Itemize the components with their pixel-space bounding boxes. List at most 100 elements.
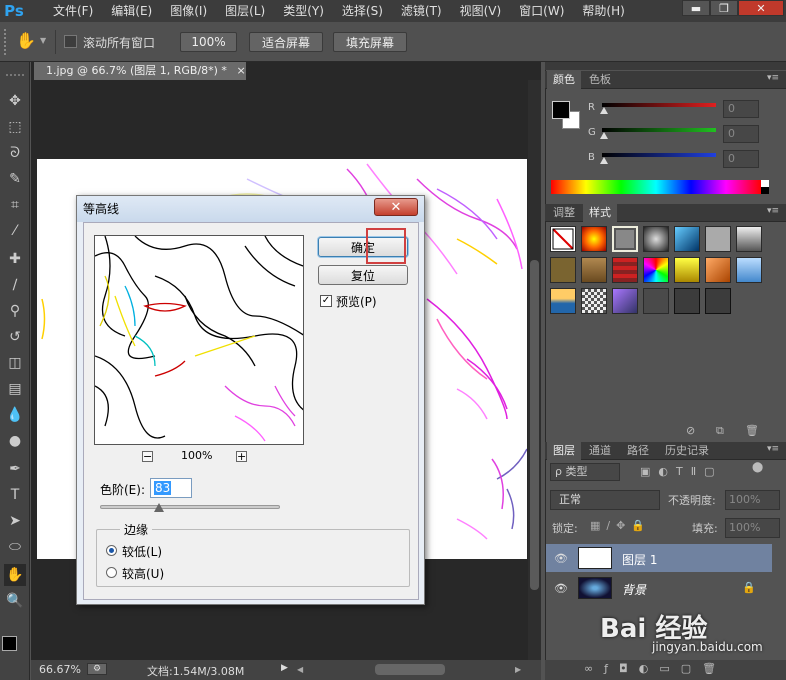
- menu-layer[interactable]: 图层(L): [216, 0, 274, 22]
- scroll-right-arrow-icon[interactable]: ▶: [515, 665, 521, 674]
- layer-filter-icons[interactable]: ▣◐TⅡ▢: [640, 465, 723, 478]
- zoom-out-button[interactable]: −: [142, 451, 153, 462]
- close-window-button[interactable]: ✕: [738, 0, 784, 16]
- style-swatch[interactable]: [612, 257, 638, 283]
- style-swatch[interactable]: [674, 288, 700, 314]
- minimize-button[interactable]: ▬: [682, 0, 710, 16]
- scroll-all-checkbox[interactable]: [64, 35, 77, 48]
- opacity-input[interactable]: 100%: [725, 490, 780, 510]
- menu-image[interactable]: 图像(I): [161, 0, 216, 22]
- channel-r-value[interactable]: 0: [723, 100, 759, 118]
- dialog-titlebar[interactable]: 等高线: [77, 196, 424, 222]
- filter-preview[interactable]: [94, 235, 304, 445]
- channel-b-thumb[interactable]: [600, 157, 608, 164]
- tab-channels[interactable]: 通道: [583, 442, 617, 460]
- zoom-in-button[interactable]: +: [236, 451, 247, 462]
- style-swatch[interactable]: [643, 257, 669, 283]
- tab-swatches[interactable]: 色板: [583, 71, 617, 89]
- zoom-100-button[interactable]: 100%: [180, 32, 237, 52]
- panel-menu-icon[interactable]: ▾≡: [767, 73, 779, 83]
- delete-style-icon[interactable]: 🗑: [745, 424, 759, 437]
- tab-adjustments[interactable]: 调整: [547, 204, 581, 222]
- move-tool-icon[interactable]: ✥: [4, 90, 26, 112]
- layer-row[interactable]: 👁 背景 🔒: [546, 574, 772, 602]
- zoom-tool-icon[interactable]: 🔍: [4, 590, 26, 612]
- edge-upper-radio[interactable]: [106, 567, 117, 578]
- eyedropper-tool-icon[interactable]: ⁄: [4, 220, 26, 242]
- hand-tool-icon[interactable]: ✋: [4, 564, 26, 586]
- ellipse-tool-icon[interactable]: ⬭: [4, 536, 26, 558]
- tab-styles[interactable]: 样式: [583, 204, 617, 222]
- path-select-tool-icon[interactable]: ➤: [4, 510, 26, 532]
- layer-name[interactable]: 背景: [622, 581, 646, 598]
- marquee-tool-icon[interactable]: ⬚: [4, 116, 26, 138]
- scroll-thumb[interactable]: [530, 260, 539, 590]
- restore-button[interactable]: ❐: [710, 0, 738, 16]
- dodge-tool-icon[interactable]: ●: [4, 430, 26, 452]
- channel-b-slider[interactable]: [602, 153, 716, 157]
- layer-name[interactable]: 图层 1: [622, 551, 657, 568]
- level-slider-thumb[interactable]: [154, 503, 165, 512]
- gradient-tool-icon[interactable]: ▤: [4, 378, 26, 400]
- style-swatch[interactable]: [581, 257, 607, 283]
- visibility-eye-icon[interactable]: 👁: [554, 581, 568, 595]
- zoom-readout[interactable]: 66.67%: [39, 663, 81, 676]
- new-style-icon[interactable]: ⧉: [716, 424, 724, 438]
- menu-view[interactable]: 视图(V): [451, 0, 511, 22]
- menu-window[interactable]: 窗口(W): [510, 0, 573, 22]
- tab-paths[interactable]: 路径: [621, 442, 655, 460]
- menu-help[interactable]: 帮助(H): [573, 0, 633, 22]
- style-swatch[interactable]: [736, 257, 762, 283]
- eraser-tool-icon[interactable]: ◫: [4, 352, 26, 374]
- menu-filter[interactable]: 滤镜(T): [392, 0, 451, 22]
- history-brush-tool-icon[interactable]: ↺: [4, 326, 26, 348]
- channel-g-slider[interactable]: [602, 128, 716, 132]
- style-swatch[interactable]: [550, 257, 576, 283]
- preview-checkbox[interactable]: ✓: [320, 295, 332, 307]
- panel-menu-icon[interactable]: ▾≡: [767, 206, 779, 216]
- style-swatch[interactable]: [550, 288, 576, 314]
- channel-g-value[interactable]: 0: [723, 125, 759, 143]
- lasso-tool-icon[interactable]: ᘐ: [4, 142, 26, 164]
- menu-type[interactable]: 类型(Y): [274, 0, 333, 22]
- blur-tool-icon[interactable]: 💧: [4, 404, 26, 426]
- reset-button[interactable]: 复位: [318, 265, 408, 285]
- fit-screen-button[interactable]: 适合屏幕: [249, 32, 323, 52]
- clone-stamp-tool-icon[interactable]: ⚲: [4, 300, 26, 322]
- spectrum-black-chip[interactable]: [761, 187, 769, 194]
- style-swatch[interactable]: [643, 226, 669, 252]
- layer-row[interactable]: 👁 图层 1: [546, 544, 772, 572]
- style-swatch[interactable]: [612, 288, 638, 314]
- style-swatch[interactable]: [705, 257, 731, 283]
- style-none-swatch[interactable]: [550, 226, 576, 252]
- scroll-left-arrow-icon[interactable]: ◀: [297, 665, 305, 675]
- visibility-eye-icon[interactable]: 👁: [554, 551, 568, 565]
- pen-tool-icon[interactable]: ✒: [4, 458, 26, 480]
- panel-menu-icon[interactable]: ▾≡: [767, 444, 779, 454]
- fill-screen-button[interactable]: 填充屏幕: [333, 32, 407, 52]
- fg-color-chip[interactable]: [552, 101, 570, 119]
- dropdown-arrow-icon[interactable]: ▼: [40, 36, 46, 45]
- channel-b-value[interactable]: 0: [723, 150, 759, 168]
- status-icon[interactable]: ⚙: [87, 663, 107, 675]
- foreground-color-swatch[interactable]: [2, 636, 17, 651]
- edge-lower-radio[interactable]: [106, 545, 117, 556]
- vertical-scrollbar[interactable]: [528, 80, 541, 660]
- quick-select-tool-icon[interactable]: ✎: [4, 168, 26, 190]
- fill-input[interactable]: 100%: [725, 518, 780, 538]
- brush-tool-icon[interactable]: ∕: [4, 274, 26, 296]
- layer-action-icons[interactable]: ∞ƒ◘◐▭▢🗑: [584, 662, 727, 675]
- style-swatch[interactable]: [643, 288, 669, 314]
- status-menu-arrow-icon[interactable]: ▶: [281, 663, 288, 673]
- style-swatch[interactable]: [736, 226, 762, 252]
- close-tab-icon[interactable]: ×: [236, 64, 245, 77]
- style-swatch[interactable]: [581, 288, 607, 314]
- menu-select[interactable]: 选择(S): [333, 0, 392, 22]
- dialog-close-button[interactable]: ✕: [374, 198, 418, 216]
- style-swatch[interactable]: [674, 257, 700, 283]
- style-swatch[interactable]: [705, 226, 731, 252]
- color-spectrum-ramp[interactable]: [551, 180, 761, 194]
- tab-layers[interactable]: 图层: [547, 442, 581, 460]
- channel-r-slider[interactable]: [602, 103, 716, 107]
- style-swatch[interactable]: [581, 226, 607, 252]
